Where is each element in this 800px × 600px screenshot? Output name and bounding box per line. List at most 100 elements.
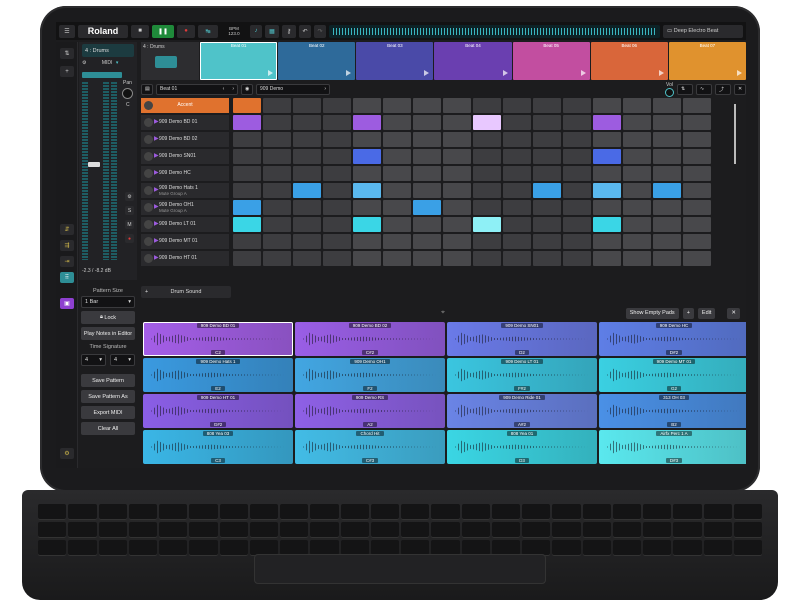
step-cell[interactable] (293, 166, 321, 181)
step-cell[interactable] (413, 251, 441, 266)
step-cell[interactable] (293, 132, 321, 147)
step-cell[interactable] (323, 166, 351, 181)
drum-pad[interactable]: Chord Hit C#3 (295, 430, 445, 464)
step-cell[interactable] (533, 200, 561, 215)
pads-icon[interactable]: ⠿ (60, 272, 74, 283)
step-cell[interactable] (413, 149, 441, 164)
track-name[interactable]: ▶ 909 Demo Hats 1 Mute Group A (141, 183, 229, 198)
step-cell[interactable] (503, 234, 531, 249)
drum-sound-button[interactable]: + Drum Sound (141, 286, 231, 298)
step-cell[interactable] (323, 234, 351, 249)
track-name[interactable]: ▶ 909 Demo OH1 Mute Group A (141, 200, 229, 215)
kit-icon[interactable]: ◉ (241, 83, 253, 95)
step-cell[interactable] (653, 166, 681, 181)
drum-pad[interactable]: 808 Yea 01 D3 (447, 430, 597, 464)
headphones-icon[interactable] (144, 135, 153, 144)
play-triangle-icon[interactable]: ▶ (154, 170, 159, 176)
step-cell[interactable] (593, 234, 621, 249)
pattern-size-select[interactable]: 1 Bar ▾ (81, 296, 135, 308)
track-name[interactable]: ▶ 909 Demo MT 01 (141, 234, 229, 249)
headphones-icon[interactable] (144, 101, 153, 110)
step-cell[interactable] (623, 251, 651, 266)
headphones-icon[interactable] (144, 152, 153, 161)
play-triangle-icon[interactable]: ▶ (154, 255, 159, 261)
play-triangle-icon[interactable]: ▶ (154, 204, 159, 210)
step-cell[interactable] (443, 183, 471, 198)
bpm-display[interactable]: BPM 123.0 (221, 25, 247, 38)
step-cell[interactable] (413, 132, 441, 147)
pattern-icon[interactable]: ▣ (60, 298, 74, 309)
step-cell[interactable] (683, 200, 711, 215)
step-cell[interactable] (443, 115, 471, 130)
step-cell[interactable] (503, 251, 531, 266)
step-cell[interactable] (563, 132, 591, 147)
lock-button[interactable]: 🔒︎ Lock (81, 311, 135, 324)
channel-name[interactable]: 4 : Drums (82, 44, 134, 57)
drum-pad[interactable]: Airfx Perc 1 A D#3 (599, 430, 746, 464)
pattern-slot[interactable]: Beat 07 (668, 42, 746, 80)
step-cell[interactable] (473, 217, 501, 232)
step-cell[interactable] (653, 183, 681, 198)
headphones-icon[interactable] (144, 254, 153, 263)
step-cell[interactable] (263, 217, 291, 232)
step-cell[interactable] (563, 251, 591, 266)
pattern-slot[interactable]: Beat 04 (434, 42, 512, 80)
clear-all-button[interactable]: Clear All (81, 422, 135, 435)
step-cell[interactable] (473, 98, 501, 113)
step-cell[interactable] (443, 234, 471, 249)
pattern-track-header[interactable]: 4 : Drums (141, 42, 199, 80)
step-cell[interactable] (353, 166, 381, 181)
step-cell[interactable] (593, 200, 621, 215)
step-cell[interactable] (653, 200, 681, 215)
show-empty-pads-button[interactable]: Show Empty Pads (625, 307, 679, 319)
step-cell[interactable] (353, 115, 381, 130)
sliders-icon[interactable]: ⇵ (60, 224, 74, 235)
close-icon[interactable]: ✕ (734, 83, 746, 95)
step-cell[interactable] (503, 98, 531, 113)
step-cell[interactable] (263, 149, 291, 164)
step-cell[interactable] (653, 251, 681, 266)
step-cell[interactable] (233, 166, 261, 181)
step-cell[interactable] (353, 251, 381, 266)
step-cell[interactable] (263, 251, 291, 266)
save-pattern-as-button[interactable]: Save Pattern As (81, 390, 135, 403)
step-cell[interactable] (233, 200, 261, 215)
step-cell[interactable] (443, 132, 471, 147)
step-cell[interactable] (233, 234, 261, 249)
headphones-icon[interactable] (144, 169, 153, 178)
track-name[interactable]: ▶ 909 Demo HC (141, 166, 229, 181)
step-cell[interactable] (533, 234, 561, 249)
play-triangle-icon[interactable]: ▶ (154, 119, 159, 125)
step-cell[interactable] (533, 251, 561, 266)
step-cell[interactable] (443, 217, 471, 232)
step-cell[interactable] (233, 217, 261, 232)
step-cell[interactable] (683, 132, 711, 147)
step-cell[interactable] (443, 98, 471, 113)
step-cell[interactable] (353, 234, 381, 249)
metronome-icon[interactable]: ♪ (250, 24, 262, 38)
step-cell[interactable] (473, 200, 501, 215)
track-name[interactable]: ▶ 909 Demo BD 02 (141, 132, 229, 147)
scrollbar-thumb[interactable] (734, 104, 736, 164)
step-cell[interactable] (353, 98, 381, 113)
step-cell[interactable] (263, 115, 291, 130)
step-cell[interactable] (683, 217, 711, 232)
track-name[interactable]: ▶ 909 Demo BD 01 (141, 115, 229, 130)
pattern-list-icon[interactable]: ▤ (141, 83, 153, 95)
step-cell[interactable] (383, 149, 411, 164)
step-cell[interactable] (383, 217, 411, 232)
close-pads-icon[interactable]: ✕ (727, 307, 740, 319)
volume-fader[interactable] (88, 162, 100, 167)
step-cell[interactable] (623, 217, 651, 232)
step-cell[interactable] (503, 217, 531, 232)
step-cell[interactable] (293, 251, 321, 266)
step-cell[interactable] (323, 251, 351, 266)
step-cell[interactable] (503, 183, 531, 198)
step-cell[interactable] (323, 115, 351, 130)
quantize-icon[interactable]: ⇅ (677, 83, 693, 95)
step-cell[interactable] (383, 166, 411, 181)
input-select[interactable]: ⚙ MIDI ▾ (82, 60, 118, 66)
pattern-slot[interactable]: Beat 05 (512, 42, 590, 80)
step-cell[interactable] (683, 234, 711, 249)
step-cell[interactable] (533, 132, 561, 147)
